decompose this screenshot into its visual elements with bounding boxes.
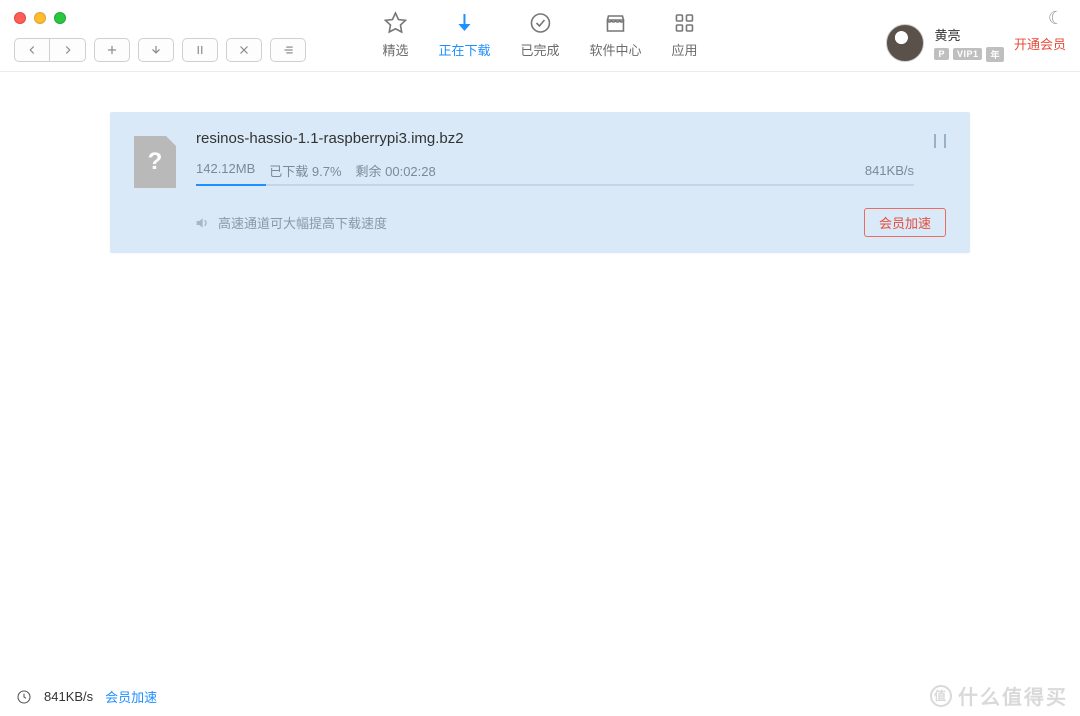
close-window-icon[interactable] [14, 12, 26, 24]
minimize-window-icon[interactable] [34, 12, 46, 24]
start-button[interactable] [138, 38, 174, 62]
tab-completed[interactable]: 已完成 [520, 10, 559, 59]
tab-label: 软件中心 [590, 40, 642, 59]
avatar[interactable] [886, 24, 924, 62]
nav-forward-button[interactable] [50, 38, 86, 62]
apps-grid-icon [672, 10, 698, 36]
tab-software[interactable]: 软件中心 [590, 10, 642, 59]
promo-text: 高速通道可大幅提高下载速度 [218, 213, 387, 232]
delete-button[interactable] [226, 38, 262, 62]
download-card[interactable]: ? resinos-hassio-1.1-raspberrypi3.img.bz… [110, 112, 970, 253]
download-remaining: 剩余 00:02:28 [356, 161, 436, 180]
store-icon [603, 10, 629, 36]
add-button[interactable] [94, 38, 130, 62]
pause-button[interactable] [182, 38, 218, 62]
footer-accelerate-link[interactable]: 会员加速 [105, 687, 157, 706]
download-speed: 841KB/s [865, 163, 914, 178]
progress-bar [196, 184, 914, 186]
footer-speed: 841KB/s [44, 689, 93, 704]
download-progress: 已下载 9.7% [269, 161, 341, 180]
watermark: 值 什么值得买 [930, 681, 1068, 710]
tab-apps[interactable]: 应用 [672, 10, 698, 59]
open-vip-link[interactable]: 开通会员 [1014, 34, 1066, 53]
tab-featured[interactable]: 精选 [382, 10, 408, 59]
tab-label: 精选 [382, 40, 408, 59]
star-icon [382, 10, 408, 36]
speaker-icon [194, 215, 210, 231]
accelerate-button[interactable]: 会员加速 [864, 208, 946, 237]
download-size: 142.12MB [196, 161, 255, 180]
nav-back-button[interactable] [14, 38, 50, 62]
tab-label: 已完成 [520, 40, 559, 59]
badge-year: 年 [986, 47, 1004, 62]
check-circle-icon [527, 10, 553, 36]
tab-label: 正在下载 [438, 40, 490, 59]
username: 黄亮 [934, 25, 1004, 44]
download-arrow-icon [451, 10, 477, 36]
file-unknown-icon: ? [134, 136, 176, 188]
badge-p: P [934, 48, 949, 60]
clock-icon [16, 689, 32, 705]
window-controls[interactable] [14, 12, 66, 24]
tab-label: 应用 [672, 40, 698, 59]
badge-vip: VIP1 [953, 48, 983, 60]
download-filename: resinos-hassio-1.1-raspberrypi3.img.bz2 [196, 130, 914, 147]
list-button[interactable] [270, 38, 306, 62]
tab-downloading[interactable]: 正在下载 [438, 10, 490, 59]
pause-download-button[interactable] [934, 130, 946, 148]
maximize-window-icon[interactable] [54, 12, 66, 24]
